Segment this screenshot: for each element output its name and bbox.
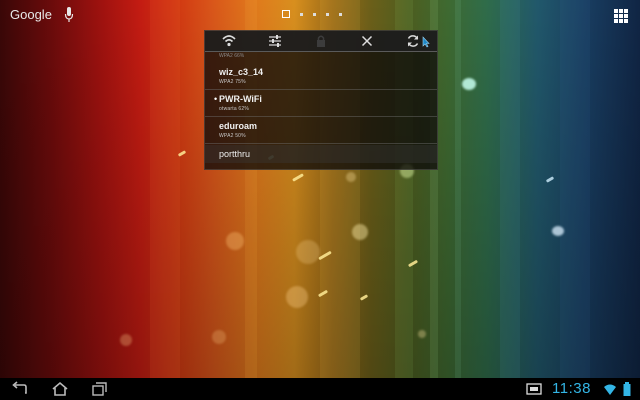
page-indicator-current (282, 10, 290, 18)
wifi-widget-toolbar (205, 31, 437, 52)
network-detail: WPA2 50% (219, 133, 246, 139)
wifi-toggle-icon[interactable] (221, 33, 237, 49)
home-icon[interactable] (51, 381, 69, 397)
lock-icon[interactable] (313, 33, 329, 49)
microphone-icon[interactable] (64, 6, 74, 24)
back-icon[interactable] (11, 381, 29, 397)
clock[interactable]: 11:38 (552, 380, 591, 397)
screenshot-notification-icon[interactable] (525, 381, 543, 397)
network-detail: WPA2 75% (219, 79, 246, 85)
network-name: portthru (219, 149, 251, 159)
battery-icon[interactable] (622, 381, 632, 397)
network-detail: otwarta 62% (219, 106, 249, 112)
refresh-icon[interactable] (405, 33, 421, 49)
apps-grid-icon[interactable] (614, 9, 628, 23)
page-indicator-dot (313, 12, 316, 16)
wifi-widget: WPA2 66% wiz_c3_14 WPA2 75% • PWR-WiFi o… (204, 30, 438, 170)
page-indicator-dot (300, 12, 303, 16)
network-item[interactable]: wiz_c3_14 WPA2 75% (205, 63, 437, 90)
network-detail: WPA2 66% (219, 53, 245, 59)
network-item[interactable]: eduroam WPA2 50% (205, 117, 437, 144)
page-indicator-dot (339, 12, 342, 16)
connected-bullet-icon: • (214, 94, 218, 104)
network-name: wiz_c3_14 (219, 67, 264, 77)
network-name: PWR-WiFi (219, 94, 262, 104)
google-search-label[interactable]: Google (10, 7, 52, 22)
network-item[interactable]: portthru (205, 145, 437, 163)
network-name: eduroam (219, 121, 258, 131)
close-icon[interactable] (359, 33, 375, 49)
settings-sliders-icon[interactable] (267, 33, 283, 49)
network-item-connected[interactable]: • PWR-WiFi otwarta 62% (205, 90, 437, 117)
recent-apps-icon[interactable] (91, 381, 109, 397)
mouse-cursor-icon (422, 36, 430, 48)
page-indicator-dot (326, 12, 329, 16)
wifi-signal-icon[interactable] (603, 381, 617, 397)
system-navigation-bar (0, 378, 640, 400)
page-indicator (282, 9, 342, 19)
